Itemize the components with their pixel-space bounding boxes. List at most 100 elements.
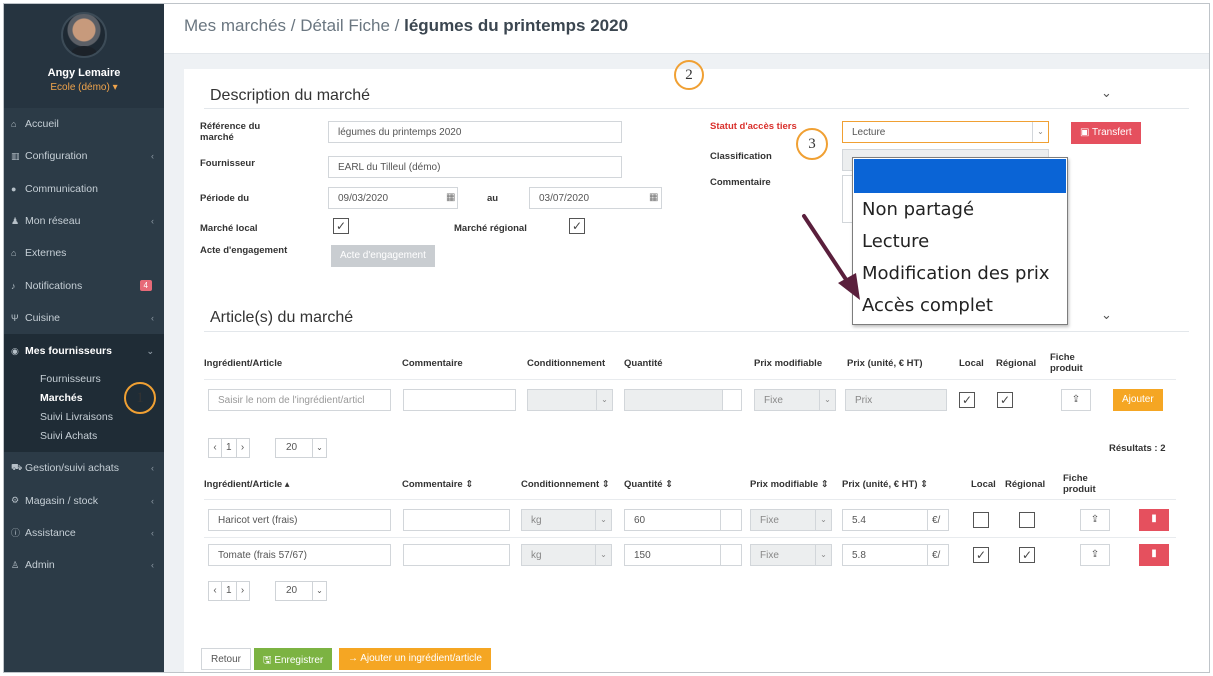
sidebar-item-accueil[interactable]: ⌂ Accueil (4, 108, 164, 140)
dropdown-option-non-partage[interactable]: Non partagé (853, 194, 1067, 226)
row-local-checkbox[interactable] (973, 512, 989, 528)
statut-acces-dropdown-list: Non partagé Lecture Modification des pri… (852, 157, 1068, 325)
marche-local-checkbox[interactable]: ✓ (333, 218, 349, 234)
dropdown-option-empty[interactable] (854, 159, 1066, 193)
sort-header-ingredient[interactable]: Ingrédient/Article ▴ (204, 479, 290, 490)
page-size-select[interactable]: 20 ⌄ (275, 438, 327, 458)
avatar[interactable] (61, 12, 107, 58)
label-classification: Classification (710, 151, 772, 162)
sort-header-quantite[interactable]: Quantité ⇕ (624, 479, 673, 490)
upload-icon[interactable]: ⇪ (1080, 544, 1110, 566)
sidebar-item-magasin[interactable]: ⚙ Magasin / stock ‹ (4, 484, 164, 516)
sidebar-item-admin[interactable]: ♙ Admin ‹ (4, 549, 164, 581)
retour-button[interactable]: Retour (201, 648, 252, 670)
pager-next[interactable]: › (235, 438, 250, 458)
statut-acces-select[interactable]: Lecture ⌄ (842, 121, 1049, 143)
new-regional-checkbox[interactable]: ✓ (997, 392, 1013, 408)
submenu-item-suivi-achats[interactable]: Suivi Achats (4, 427, 164, 446)
row-quantite-input[interactable]: 60 (624, 509, 722, 531)
label-commentaire: Commentaire (710, 177, 771, 188)
enregistrer-button[interactable]: 🖫 Enregistrer (254, 648, 333, 670)
row-ingredient-input[interactable]: Tomate (frais 57/67) (208, 544, 391, 566)
marche-regional-checkbox[interactable]: ✓ (569, 218, 585, 234)
pager-page[interactable]: 1 (221, 581, 237, 601)
new-prix-input[interactable]: Prix (845, 389, 947, 411)
chevron-down-icon[interactable]: ⌄ (1101, 85, 1112, 101)
sidebar-item-mes-fournisseurs[interactable]: ◉ Mes fournisseurs ⌄ (4, 334, 164, 369)
col-header-prix: Prix (unité, € HT) (847, 358, 923, 369)
pager-prev[interactable]: ‹ (208, 438, 222, 458)
row-prix-mode-select[interactable]: Fixe ⌄ (750, 509, 832, 531)
chat-icon: ● (11, 183, 17, 194)
sort-header-conditionnement[interactable]: Conditionnement ⇕ (521, 479, 610, 490)
pager-next[interactable]: › (235, 581, 250, 601)
sort-header-commentaire[interactable]: Commentaire ⇕ (402, 479, 473, 490)
col-header-commentaire: Commentaire (402, 358, 463, 369)
pager-prev[interactable]: ‹ (208, 581, 222, 601)
chevron-down-icon: ⌄ (146, 345, 154, 356)
page-size-select[interactable]: 20 ⌄ (275, 581, 327, 601)
divider (204, 379, 1176, 380)
new-unit-input[interactable] (722, 389, 742, 411)
sidebar-item-notifications[interactable]: ♪ Notifications 4 (4, 269, 164, 301)
row-prix-input[interactable]: 5.8 (842, 544, 929, 566)
row-local-checkbox[interactable]: ✓ (973, 547, 989, 563)
dropdown-option-lecture[interactable]: Lecture (853, 226, 1067, 258)
user-role-dropdown[interactable]: Ecole (démo) ▾ (4, 82, 164, 93)
chevron-down-icon: ⌄ (312, 582, 326, 600)
new-local-checkbox[interactable]: ✓ (959, 392, 975, 408)
dropdown-option-acces-complet[interactable]: Accès complet (853, 290, 1067, 322)
new-quantite-input[interactable] (624, 389, 724, 411)
row-ingredient-input[interactable]: Haricot vert (frais) (208, 509, 391, 531)
pager-page[interactable]: 1 (221, 438, 237, 458)
sidebar-item-gestion-achats[interactable]: ⛟ Gestion/suivi achats ‹ (4, 452, 164, 484)
row-prix-mode-select[interactable]: Fixe ⌄ (750, 544, 832, 566)
row-commentaire-input[interactable] (403, 509, 510, 531)
user-name: Angy Lemaire (47, 67, 121, 79)
acte-engagement-button[interactable]: Acte d'engagement (331, 245, 435, 267)
label-marche-local: Marché local (200, 223, 258, 234)
new-commentaire-input[interactable] (403, 389, 516, 411)
reference-input[interactable]: légumes du printemps 2020 (328, 121, 622, 143)
row-regional-checkbox[interactable]: ✓ (1019, 547, 1035, 563)
chevron-down-icon: ⌄ (596, 390, 612, 410)
calendar-icon[interactable]: ▦ (446, 192, 455, 203)
sidebar-item-assistance[interactable]: ⓘ Assistance ‹ (4, 517, 164, 549)
home-icon: ⌂ (11, 248, 17, 259)
sidebar-item-configuration[interactable]: ▥ Configuration ‹ (4, 140, 164, 172)
bell-icon: ♪ (11, 280, 16, 291)
row-unit-input[interactable] (720, 509, 742, 531)
transfert-button[interactable]: ▣ Transfert (1071, 122, 1141, 144)
row-quantite-input[interactable]: 150 (624, 544, 722, 566)
new-prix-mode-select[interactable]: Fixe ⌄ (754, 389, 836, 411)
col-header-ingredient: Ingrédient/Article (204, 358, 283, 369)
sidebar-item-cuisine[interactable]: Ψ Cuisine ‹ (4, 302, 164, 334)
upload-icon[interactable]: ⇪ (1061, 389, 1091, 411)
row-conditionnement-select[interactable]: kg ⌄ (521, 509, 612, 531)
dropdown-option-modification-prix[interactable]: Modification des prix (853, 258, 1067, 290)
trash-icon[interactable]: ▮ (1139, 509, 1169, 531)
sidebar-item-externes[interactable]: ⌂ Externes (4, 237, 164, 269)
add-ingredient-button[interactable]: → Ajouter un ingrédient/article (339, 648, 491, 670)
label-reference: Référence du marché (200, 121, 261, 143)
calendar-icon[interactable]: ▦ (649, 192, 658, 203)
sidebar-item-communication[interactable]: ● Communication (4, 173, 164, 205)
new-ingredient-input[interactable]: Saisir le nom de l'ingrédient/articl (208, 389, 391, 411)
upload-icon[interactable]: ⇪ (1080, 509, 1110, 531)
row-unit-input[interactable] (720, 544, 742, 566)
add-article-button[interactable]: Ajouter (1113, 389, 1163, 411)
new-conditionnement-select[interactable]: ⌄ (527, 389, 613, 411)
col-header-fiche: Fiche produit (1050, 352, 1083, 374)
date-from-input[interactable]: 09/03/2020 (328, 187, 458, 209)
sort-header-prix[interactable]: Prix (unité, € HT) ⇕ (842, 479, 928, 490)
sidebar-item-mon-reseau[interactable]: ♟ Mon réseau ‹ (4, 205, 164, 237)
date-to-input[interactable]: 03/07/2020 (529, 187, 662, 209)
fournisseur-input[interactable]: EARL du Tilleul (démo) (328, 156, 622, 178)
row-commentaire-input[interactable] (403, 544, 510, 566)
sort-header-prix-modifiable[interactable]: Prix modifiable ⇕ (750, 479, 829, 490)
row-regional-checkbox[interactable] (1019, 512, 1035, 528)
row-conditionnement-select[interactable]: kg ⌄ (521, 544, 612, 566)
chevron-down-icon[interactable]: ⌄ (1101, 307, 1112, 323)
row-prix-input[interactable]: 5.4 (842, 509, 929, 531)
trash-icon[interactable]: ▮ (1139, 544, 1169, 566)
